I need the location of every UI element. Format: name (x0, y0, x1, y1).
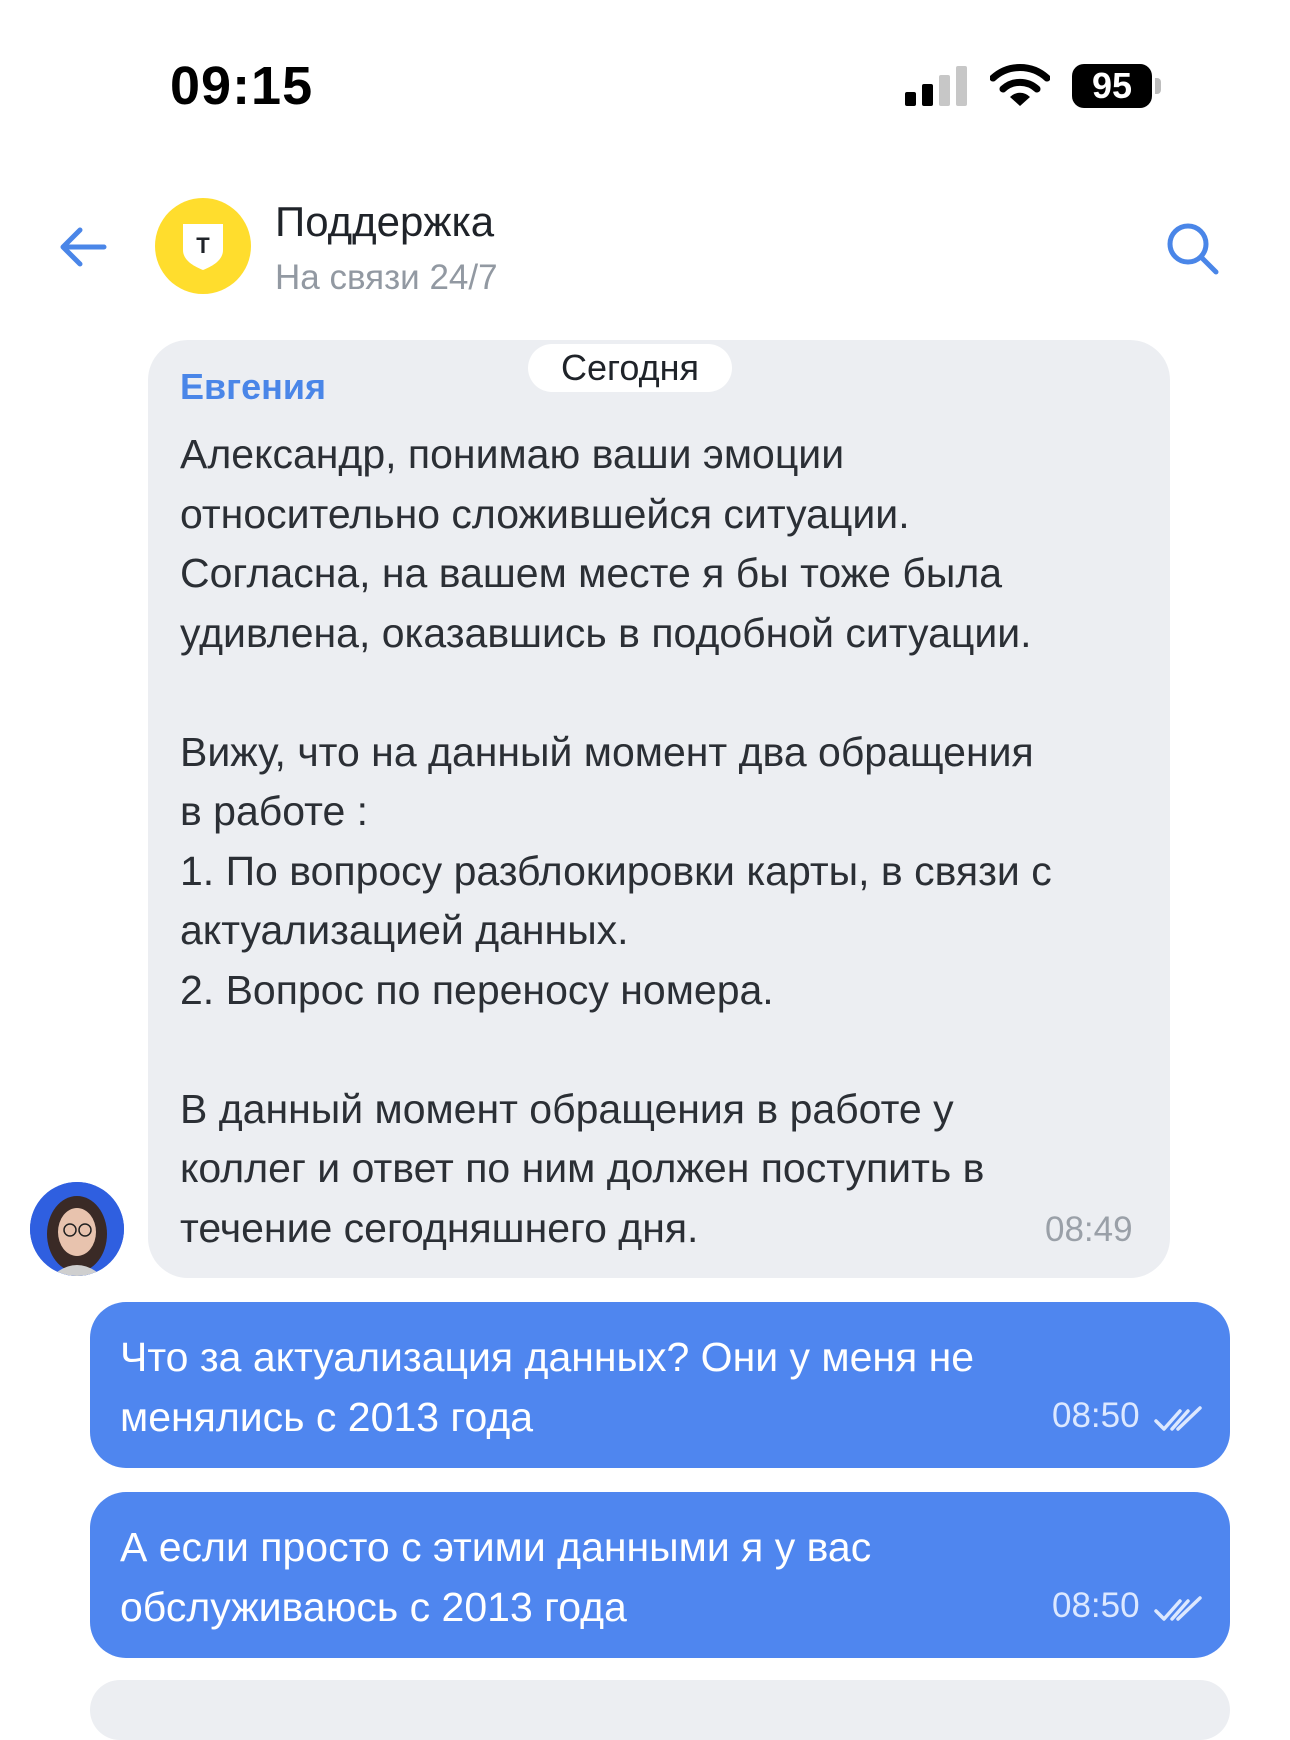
chat-title: Поддержка (275, 198, 495, 245)
outgoing-message-text: Что за актуализация данных? Они у меня н… (120, 1334, 975, 1440)
status-time: 09:15 (170, 56, 314, 116)
sender-name: Евгения (180, 366, 327, 407)
message-time: 08:49 (1045, 1210, 1133, 1249)
chat-subtitle: На связи 24/7 (275, 258, 498, 297)
outgoing-message-text: А если просто с этими данными я у вас об… (120, 1524, 872, 1630)
outgoing-message-bubble[interactable]: А если просто с этими данными я у вас об… (90, 1492, 1230, 1658)
search-icon[interactable] (1164, 220, 1220, 276)
wifi-icon (990, 64, 1050, 106)
next-message-bubble (90, 1680, 1230, 1740)
double-check-icon (1154, 1406, 1202, 1431)
battery-icon: 95 (1072, 64, 1152, 108)
date-divider: Сегодня (528, 344, 732, 392)
battery-cap (1155, 78, 1161, 94)
incoming-message-text: Александр, понимаю ваши эмоции относител… (180, 431, 1052, 1251)
message-time: 08:50 (1052, 1396, 1140, 1435)
agent-photo (30, 1182, 124, 1276)
shield-logo-icon: T (183, 224, 223, 270)
logo-letter: T (196, 233, 210, 258)
signal-icon (905, 66, 967, 106)
support-logo: T (155, 198, 251, 294)
agent-avatar[interactable] (30, 1182, 124, 1276)
outgoing-message-bubble[interactable]: Что за актуализация данных? Они у меня н… (90, 1302, 1230, 1468)
message-time: 08:50 (1052, 1586, 1140, 1625)
double-check-icon (1154, 1596, 1202, 1621)
back-arrow-icon[interactable] (58, 224, 108, 270)
